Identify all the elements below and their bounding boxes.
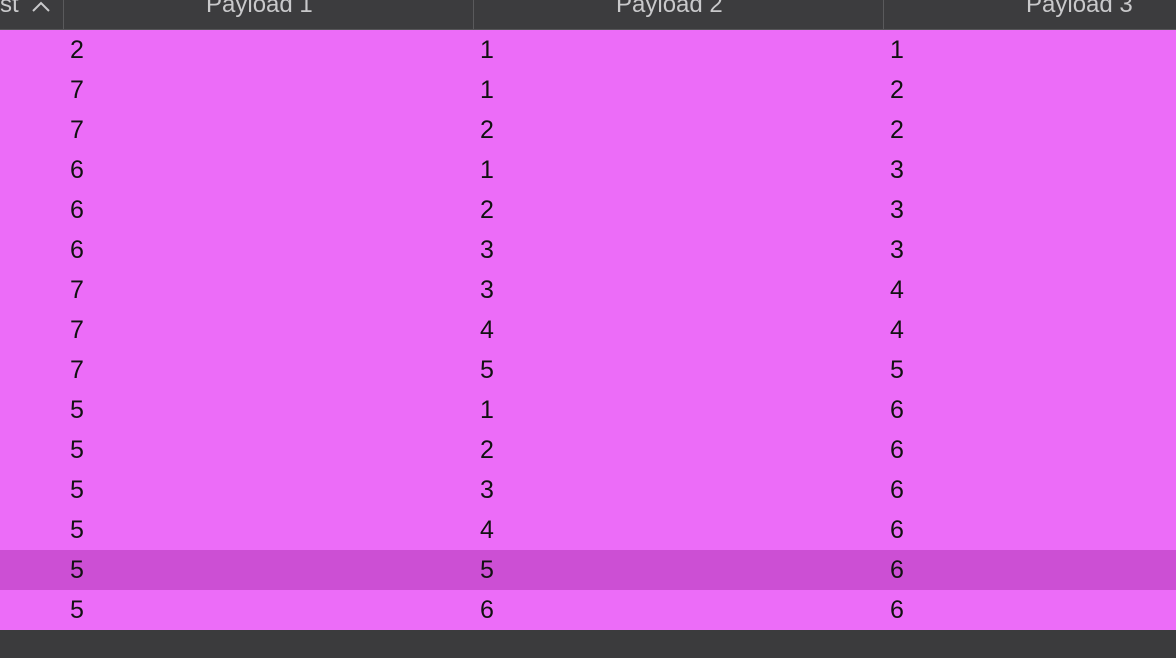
payload-2-cell: 3 (480, 276, 494, 304)
table-row[interactable]: 5 2 6 (0, 430, 1176, 470)
column-header-payload-3[interactable]: Payload 3 (884, 0, 1176, 29)
payload-2-cell: 5 (480, 556, 494, 584)
payload-2-cell: 3 (480, 236, 494, 264)
payload-1-cell: 7 (70, 116, 84, 144)
results-table: st Payload 1 Payload 2 Payload 3 2117127… (0, 0, 1176, 658)
payload-2-cell: 2 (480, 116, 494, 144)
table-row[interactable]: 5 5 6 (0, 550, 1176, 590)
payload-3-cell: 5 (890, 356, 904, 384)
payload-1-cell: 5 (70, 396, 84, 424)
table-row[interactable]: 6 1 3 (0, 150, 1176, 190)
payload-1-cell: 5 (70, 436, 84, 464)
table-row[interactable]: 5 1 6 (0, 390, 1176, 430)
payload-2-cell: 6 (480, 596, 494, 624)
payload-2-cell: 4 (480, 316, 494, 344)
payload-2-cell: 1 (480, 156, 494, 184)
payload-1-cell: 7 (70, 276, 84, 304)
sort-ascending-icon[interactable] (31, 0, 51, 14)
column-header-label: st (0, 0, 19, 18)
column-header-payload-1[interactable]: Payload 1 (64, 0, 474, 29)
payload-2-cell: 4 (480, 516, 494, 544)
payload-3-cell: 4 (890, 276, 904, 304)
payload-1-cell: 6 (70, 196, 84, 224)
payload-2-cell: 1 (480, 36, 494, 64)
column-header-label: Payload 1 (206, 0, 313, 18)
payload-3-cell: 6 (890, 516, 904, 544)
payload-1-cell: 7 (70, 76, 84, 104)
payload-3-cell: 6 (890, 396, 904, 424)
table-body: 2117127226136236337347447555165265365465… (0, 30, 1176, 630)
payload-1-cell: 6 (70, 236, 84, 264)
payload-3-cell: 3 (890, 196, 904, 224)
payload-3-cell: 3 (890, 156, 904, 184)
column-header-label: Payload 3 (1026, 0, 1133, 18)
column-header-request[interactable]: st (0, 0, 64, 29)
table-row[interactable]: 5 3 6 (0, 470, 1176, 510)
table-row[interactable]: 7 3 4 (0, 270, 1176, 310)
table-footer (0, 630, 1176, 658)
table-row[interactable]: 7 2 2 (0, 110, 1176, 150)
payload-3-cell: 2 (890, 116, 904, 144)
payload-1-cell: 5 (70, 596, 84, 624)
payload-3-cell: 3 (890, 236, 904, 264)
payload-2-cell: 3 (480, 476, 494, 504)
payload-3-cell: 6 (890, 436, 904, 464)
payload-3-cell: 2 (890, 76, 904, 104)
payload-1-cell: 6 (70, 156, 84, 184)
column-header-label: Payload 2 (616, 0, 723, 18)
payload-3-cell: 6 (890, 476, 904, 504)
table-row[interactable]: 7 5 5 (0, 350, 1176, 390)
payload-2-cell: 1 (480, 396, 494, 424)
table-header: st Payload 1 Payload 2 Payload 3 (0, 0, 1176, 30)
table-row[interactable]: 5 6 6 (0, 590, 1176, 630)
payload-3-cell: 1 (890, 36, 904, 64)
table-row[interactable]: 7 1 2 (0, 70, 1176, 110)
table-row[interactable]: 6 2 3 (0, 190, 1176, 230)
payload-3-cell: 6 (890, 596, 904, 624)
column-header-payload-2[interactable]: Payload 2 (474, 0, 884, 29)
payload-2-cell: 2 (480, 436, 494, 464)
table-row[interactable]: 5 4 6 (0, 510, 1176, 550)
payload-3-cell: 4 (890, 316, 904, 344)
payload-1-cell: 5 (70, 556, 84, 584)
payload-2-cell: 1 (480, 76, 494, 104)
payload-2-cell: 2 (480, 196, 494, 224)
table-row[interactable]: 6 3 3 (0, 230, 1176, 270)
payload-1-cell: 2 (70, 36, 84, 64)
table-row[interactable]: 7 4 4 (0, 310, 1176, 350)
payload-2-cell: 5 (480, 356, 494, 384)
payload-1-cell: 5 (70, 516, 84, 544)
table-row[interactable]: 2 1 1 (0, 30, 1176, 70)
payload-3-cell: 6 (890, 556, 904, 584)
payload-1-cell: 5 (70, 476, 84, 504)
payload-1-cell: 7 (70, 356, 84, 384)
payload-1-cell: 7 (70, 316, 84, 344)
